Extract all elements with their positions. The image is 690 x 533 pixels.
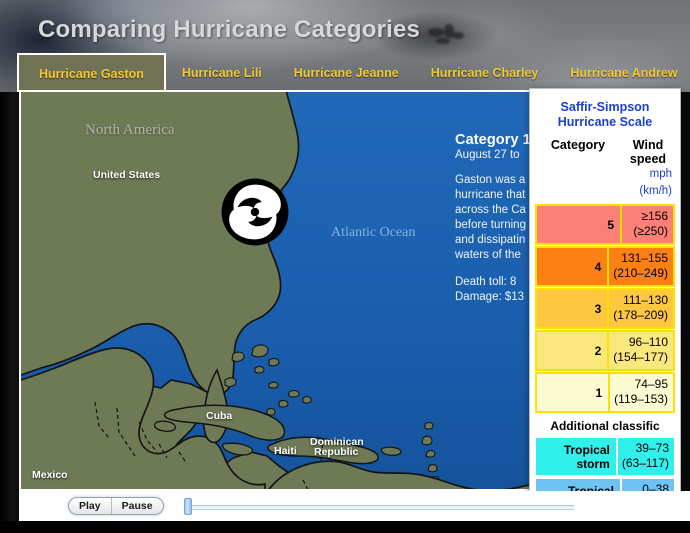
- cat4-label: 4: [535, 246, 609, 287]
- playback-controls: Play Pause: [19, 491, 690, 521]
- scale-row-cat3: 3 111–130 (178–209): [535, 288, 675, 329]
- cat3-windspeed: 111–130 (178–209): [608, 288, 675, 329]
- puerto-rico: [380, 446, 402, 456]
- cat2-mph: 96–110: [628, 335, 668, 349]
- tab-label: Hurricane Lili: [181, 65, 262, 80]
- tropical-storm-windspeed: 39–73 (63–117): [616, 437, 675, 476]
- tropical-storm-line2: storm: [576, 457, 610, 471]
- play-pause-button-group: Play Pause: [68, 497, 164, 515]
- cat1-windspeed: 74–95 (119–153): [609, 372, 675, 413]
- cat5-mph: ≥156: [641, 209, 668, 223]
- isla-juventud: [153, 420, 177, 432]
- tab-hurricane-gaston[interactable]: Hurricane Gaston: [17, 53, 166, 92]
- scale-row-tropical-storm: Tropical storm 39–73 (63–117): [535, 437, 675, 476]
- cloud-speck-icon: [452, 32, 464, 39]
- scale-column-headers: Category Wind speed: [535, 136, 675, 166]
- cat2-windspeed: 96–110 (154–177): [608, 330, 675, 371]
- hurricane-tab-bar: Hurricane Gaston Hurricane Lili Hurrican…: [0, 53, 690, 92]
- tab-hurricane-lili[interactable]: Hurricane Lili: [166, 53, 278, 92]
- cat1-label: 1: [535, 372, 610, 413]
- cat1-kmh: (119–153): [614, 392, 668, 406]
- tab-hurricane-jeanne[interactable]: Hurricane Jeanne: [278, 53, 415, 92]
- column-header-category: Category: [550, 138, 606, 152]
- cat2-label: 2: [535, 330, 609, 371]
- scale-rows: 5 ≥156 (≥250) 4 131–155 (210–249) 3 111–…: [535, 204, 675, 413]
- cloud-speck-icon: [428, 28, 444, 36]
- application-window: Comparing Hurricane Categories Hurricane…: [0, 0, 690, 533]
- tab-hurricane-charley[interactable]: Hurricane Charley: [415, 53, 555, 92]
- slider-track[interactable]: [189, 505, 574, 510]
- tropical-storm-kmh: (63–117): [621, 456, 669, 470]
- saffir-simpson-panel: Saffir-Simpson Hurricane Scale Category …: [529, 88, 681, 494]
- bahamas-islands: [224, 344, 312, 416]
- scale-title: Saffir-Simpson Hurricane Scale: [535, 94, 675, 136]
- cat1-mph: 74–95: [634, 377, 668, 391]
- cat3-mph: 111–130: [623, 293, 668, 307]
- scale-title-line2: Hurricane Scale: [557, 115, 653, 129]
- tropical-storm-label: Tropical storm: [535, 437, 617, 476]
- cat4-kmh: (210–249): [613, 266, 668, 280]
- scale-row-cat2: 2 96–110 (154–177): [535, 330, 675, 371]
- cat4-mph: 131–155: [621, 251, 668, 265]
- cat3-label: 3: [535, 288, 609, 329]
- cloud-speck-icon: [436, 38, 450, 44]
- unit-kmh: (km/h): [639, 185, 672, 197]
- tab-label: Hurricane Andrew: [570, 65, 678, 80]
- scale-title-line1: Saffir-Simpson: [560, 100, 650, 114]
- scale-row-cat1: 1 74–95 (119–153): [535, 372, 675, 413]
- cat2-kmh: (154–177): [613, 350, 668, 364]
- cat5-label: 5: [535, 204, 621, 245]
- unit-mph: mph: [649, 168, 672, 180]
- tropical-storm-line1: Tropical: [563, 443, 610, 457]
- tab-label: Hurricane Jeanne: [293, 65, 399, 80]
- jamaica: [222, 442, 254, 456]
- cat5-windspeed: ≥156 (≥250): [621, 204, 675, 245]
- tab-label: Hurricane Gaston: [39, 66, 144, 81]
- tropical-storm-mph: 39–73: [635, 441, 669, 455]
- column-header-windspeed: Wind speed: [629, 138, 667, 166]
- bottom-frame-edge: [0, 521, 690, 533]
- left-frame-edge: [0, 92, 19, 533]
- additional-classifications-label: Additional classific: [550, 419, 660, 433]
- tab-label: Hurricane Charley: [430, 65, 539, 80]
- scale-row-cat4: 4 131–155 (210–249): [535, 246, 675, 287]
- slider-thumb[interactable]: [183, 498, 192, 515]
- cat4-windspeed: 131–155 (210–249): [608, 246, 675, 287]
- pause-button[interactable]: Pause: [110, 498, 163, 514]
- scale-row-cat5: 5 ≥156 (≥250): [535, 204, 675, 245]
- play-button[interactable]: Play: [69, 498, 111, 514]
- timeline-slider[interactable]: [182, 497, 574, 515]
- tab-hurricane-andrew[interactable]: Hurricane Andrew: [554, 53, 690, 92]
- cat3-kmh: (178–209): [613, 308, 668, 322]
- page-title: Comparing Hurricane Categories: [38, 16, 421, 43]
- cat5-kmh: (≥250): [633, 224, 668, 238]
